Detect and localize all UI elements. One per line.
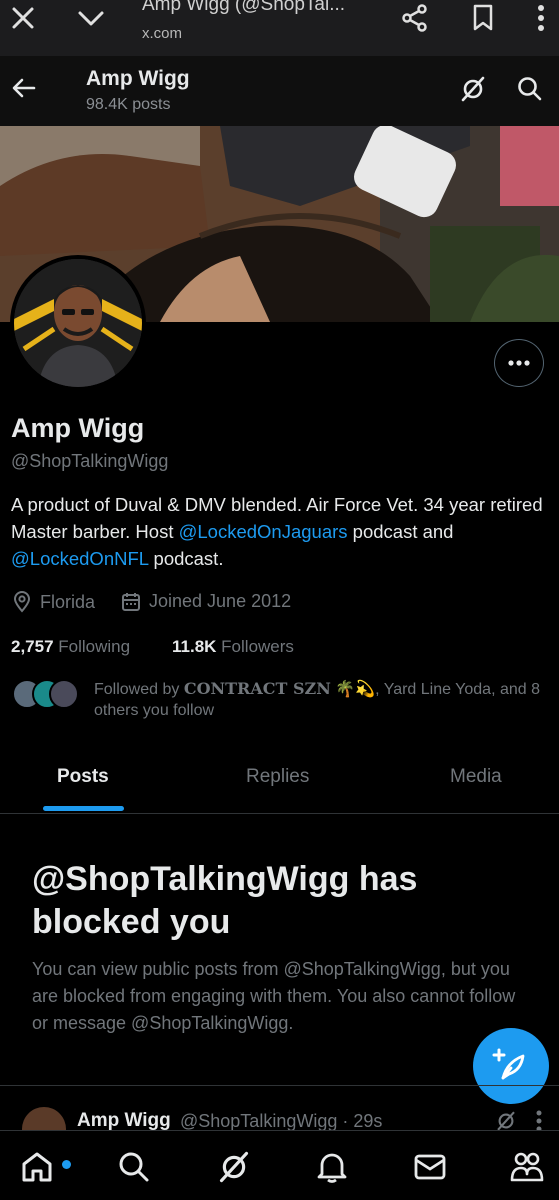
more-horizontal-icon [508,360,530,366]
communities-icon [509,1150,545,1184]
followers-label: Followers [221,637,294,656]
bookmark-button[interactable] [465,0,501,36]
more-vertical-icon [537,4,545,32]
followed-by-name: CONTRACT SZN [183,679,331,698]
header-name: Amp Wigg [86,67,190,90]
profile-handle: @ShopTalkingWigg [11,451,169,471]
blocked-title: @ShopTalkingWigg has blocked you [32,860,418,941]
following-label: Following [58,637,131,656]
nav-messages[interactable] [410,1147,450,1187]
grok-button[interactable] [458,74,488,104]
bio-mention-lockedonjaguars[interactable]: @LockedOnJaguars [179,521,348,542]
profile-header-bar: Amp Wigg 98.4K posts [0,56,559,126]
followed-by-text[interactable]: Followed by CONTRACT SZN 🌴💫, Yard Line Y… [94,678,554,721]
share-button[interactable] [397,0,433,36]
back-button[interactable] [8,72,40,104]
arrow-left-icon [8,72,40,104]
profile-name: Amp Wigg [11,413,145,443]
browser-menu-button[interactable] [523,0,559,36]
close-tab-button[interactable] [5,0,41,36]
location-text: Florida [40,591,96,612]
nav-notifications[interactable] [312,1147,352,1187]
search-icon [117,1150,151,1184]
browser-tab-title: Amp Wigg (@ShopTal... [142,0,346,15]
following-count: 2,757 [11,637,54,656]
bio-text: podcast. [148,548,224,569]
post-author-handle-time: @ShopTalkingWigg · 29s [180,1111,383,1131]
active-tab-indicator [43,806,124,811]
search-button[interactable] [515,74,545,104]
bio-mention-lockedonnfl[interactable]: @LockedOnNFL [11,548,148,569]
profile-avatar[interactable] [10,255,146,391]
notifications-icon [316,1150,348,1184]
header-post-count: 98.4K posts [86,96,171,113]
tab-posts[interactable]: Posts [57,766,109,788]
search-icon [515,74,545,104]
grok-icon [217,1150,251,1184]
section-divider [0,1085,559,1086]
grok-icon [458,74,488,104]
chevron-down-icon [77,8,105,28]
post-preview[interactable]: Amp Wigg @ShopTalkingWigg · 29s [0,1103,559,1133]
profile-location: Florida [12,591,95,613]
followed-by-avatars[interactable] [12,677,102,711]
blocked-message: You can view public posts from @ShopTalk… [32,959,516,1033]
nav-grok[interactable] [214,1147,254,1187]
post-author-name[interactable]: Amp Wigg [77,1110,171,1132]
nav-communities[interactable] [507,1147,547,1187]
nav-home[interactable] [17,1147,71,1187]
profile-joined: Joined June 2012 [121,591,291,612]
nav-search[interactable] [114,1147,154,1187]
share-icon [401,4,429,32]
home-icon [19,1149,55,1185]
compose-feather-icon [491,1046,531,1086]
bottom-navigation [0,1130,559,1200]
profile-bio: A product of Duval & DMV blended. Air Fo… [11,491,551,572]
profile-more-button[interactable] [494,339,544,387]
joined-text: Joined June 2012 [149,591,292,611]
tab-media[interactable]: Media [450,766,502,788]
bookmark-icon [472,4,494,32]
messages-icon [413,1152,447,1182]
calendar-icon [121,592,141,612]
profile-tabs: Posts Replies Media [0,752,559,814]
browser-url[interactable]: x.com [142,25,182,42]
followers-link[interactable]: 11.8K Followers [172,637,294,657]
browser-chrome: Amp Wigg (@ShopTal... x.com [0,0,559,56]
followed-by-prefix: Followed by [94,681,184,698]
bio-text: podcast and [347,521,454,542]
followers-count: 11.8K [172,637,217,656]
home-notification-dot [62,1160,71,1169]
compose-post-button[interactable] [473,1028,549,1104]
following-link[interactable]: 2,757 Following [11,637,130,657]
location-icon [12,591,32,613]
tab-replies[interactable]: Replies [246,766,309,788]
collapse-button[interactable] [73,0,109,36]
close-icon [10,5,36,31]
followed-by-emoji: 🌴💫 [335,681,376,698]
